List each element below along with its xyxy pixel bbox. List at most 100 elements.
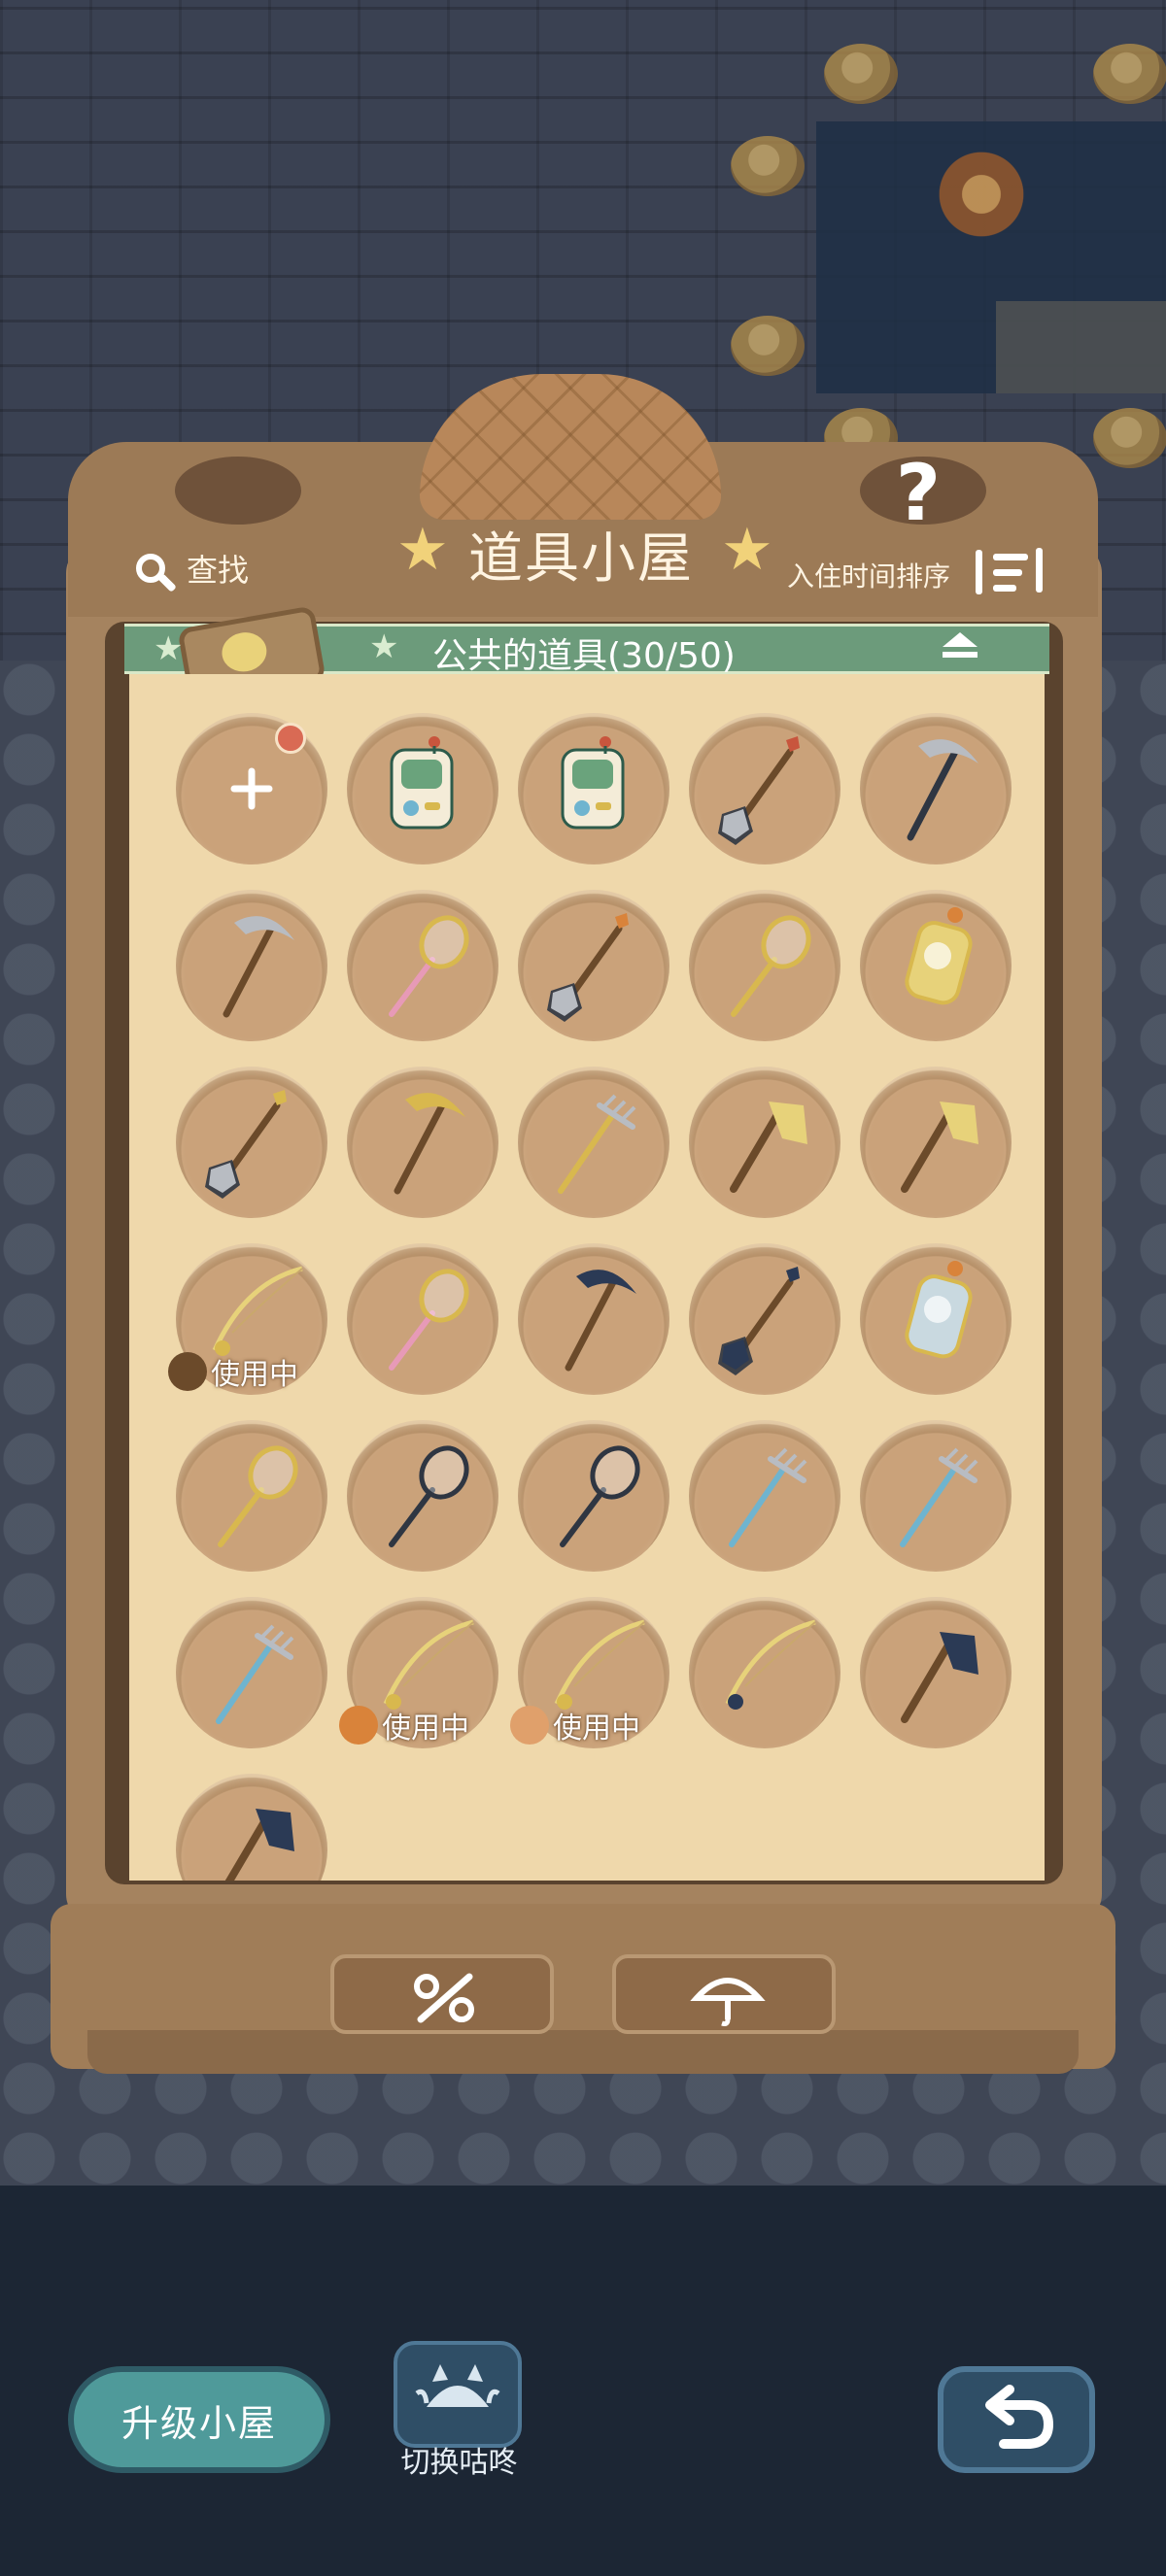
search-button[interactable]: 查找 <box>136 544 249 593</box>
upgrade-button[interactable]: 升级小屋 <box>68 2366 330 2473</box>
squirrel-avatar-icon <box>339 1706 378 1745</box>
in-use-badge: 使用中 <box>168 1350 298 1393</box>
eject-icon <box>943 632 977 647</box>
item-slot-axe-navy[interactable] <box>176 1774 327 1881</box>
in-use-badge: 使用中 <box>339 1704 469 1746</box>
item-slot-bug-net-pink[interactable] <box>347 890 498 1041</box>
help-button[interactable]: ? <box>884 452 952 534</box>
pickaxe-navy-icon <box>565 1270 636 1372</box>
background-coin <box>824 44 898 104</box>
shovel-red-icon <box>718 736 800 845</box>
page-title: 道具小屋 <box>468 527 694 591</box>
bug-net-pink-icon <box>389 1269 469 1371</box>
fox-avatar-icon <box>510 1706 549 1745</box>
star-icon: ★ <box>369 627 399 666</box>
rake-blue-icon <box>900 1447 978 1547</box>
umbrella-icon <box>690 1978 766 2026</box>
umbrella-button[interactable] <box>612 1954 836 2034</box>
notification-dot <box>275 723 306 754</box>
item-slot-bug-net-yellow[interactable] <box>689 890 840 1041</box>
cabinet-knob <box>175 457 301 525</box>
background-lantern <box>933 136 1030 253</box>
item-slot-rake-blue[interactable] <box>689 1420 840 1572</box>
item-slot-bug-net-black[interactable] <box>347 1420 498 1572</box>
item-slot-shovel-gold[interactable] <box>176 1067 327 1218</box>
item-slot-shovel-orange[interactable] <box>518 890 669 1041</box>
bug-net-pink-icon <box>389 915 469 1017</box>
item-slot-axe-gold[interactable] <box>689 1067 840 1218</box>
item-slot-timer-device[interactable] <box>347 713 498 864</box>
item-slot-fishing-rod[interactable]: 使用中 <box>168 1243 327 1395</box>
pickaxe-gold-icon <box>394 1093 465 1195</box>
switch-character-label: 切换咕咚 <box>400 2446 518 2480</box>
axe-navy-icon <box>901 1632 978 1723</box>
fishing-rod-blue-icon <box>725 1619 816 1710</box>
item-slot-bug-net-pink[interactable] <box>347 1243 498 1395</box>
item-slot-shovel-navy[interactable] <box>689 1243 840 1395</box>
shovel-gold-icon <box>205 1090 287 1199</box>
item-slot-fishing-rod-blue[interactable] <box>689 1597 840 1748</box>
rake-gold-icon <box>558 1094 636 1194</box>
item-slot-timer-device[interactable] <box>518 713 669 864</box>
pickaxe-dark-icon <box>907 739 978 841</box>
charm-green-icon <box>905 907 973 1005</box>
item-slot-rake-blue[interactable] <box>176 1597 327 1748</box>
shovel-orange-icon <box>547 913 629 1022</box>
discount-button[interactable] <box>330 1954 554 2034</box>
bug-net-black-icon <box>389 1445 469 1547</box>
bug-net-yellow-icon <box>218 1445 298 1547</box>
item-slot-pickaxe-dark[interactable] <box>860 713 1012 864</box>
charm-cute-icon <box>905 1261 973 1359</box>
item-slot-rake-blue[interactable] <box>860 1420 1012 1572</box>
switch-character-button[interactable]: 切换咕咚 <box>394 2341 525 2482</box>
background-window-light <box>996 301 1166 393</box>
item-slot-shovel-red[interactable] <box>689 713 840 864</box>
rake-blue-icon <box>216 1624 294 1724</box>
rake-blue-icon <box>729 1447 807 1547</box>
shovel-navy-icon <box>718 1267 800 1375</box>
search-label: 查找 <box>187 552 250 589</box>
item-slot-pickaxe-silver[interactable] <box>176 890 327 1041</box>
pickaxe-silver-icon <box>223 916 294 1018</box>
back-button[interactable] <box>938 2366 1095 2473</box>
item-slot-charm-green[interactable] <box>860 890 1012 1041</box>
background-coin <box>731 136 805 196</box>
star-icon: ★ <box>721 516 773 584</box>
item-slot-bug-net-black[interactable] <box>518 1420 669 1572</box>
background-coin <box>1093 408 1166 468</box>
add-item-slot[interactable] <box>176 713 327 864</box>
item-slot-bug-net-yellow[interactable] <box>176 1420 327 1572</box>
cabinet-foot <box>87 2030 1079 2074</box>
item-grid-panel: 使用中 使用中 使用中 <box>129 674 1045 1881</box>
collapse-button[interactable] <box>943 632 981 665</box>
axe-navy-icon <box>224 1809 294 1881</box>
discount-icon <box>414 1973 474 2023</box>
star-icon: ★ <box>396 516 449 584</box>
character-icon <box>394 2341 522 2448</box>
in-use-label: 使用中 <box>553 1712 640 1746</box>
sort-label[interactable]: 入住时间排序 <box>787 556 950 594</box>
item-slot-rake-gold[interactable] <box>518 1067 669 1218</box>
category-title: 公共的道具(30/50) <box>432 636 736 676</box>
item-slot-axe-navy[interactable] <box>860 1597 1012 1748</box>
item-slot-axe-gold[interactable] <box>860 1067 1012 1218</box>
item-slot-pickaxe-gold[interactable] <box>347 1067 498 1218</box>
background-coin <box>1093 44 1166 104</box>
axe-gold-icon <box>730 1102 807 1193</box>
search-icon <box>136 554 165 583</box>
item-slot-charm-cute[interactable] <box>860 1243 1012 1395</box>
in-use-label: 使用中 <box>211 1358 298 1392</box>
in-use-badge: 使用中 <box>510 1704 640 1746</box>
sort-icon[interactable] <box>972 544 1059 597</box>
deer-avatar-icon <box>168 1352 207 1391</box>
in-use-label: 使用中 <box>382 1712 469 1746</box>
bug-net-yellow-icon <box>731 915 811 1017</box>
star-icon: ★ <box>154 629 184 668</box>
item-slot-fishing-rod[interactable]: 使用中 <box>510 1597 669 1748</box>
axe-gold-icon <box>901 1102 978 1193</box>
background-coin <box>731 316 805 376</box>
timer-device-icon <box>561 736 625 830</box>
timer-device-icon <box>390 736 454 830</box>
item-slot-fishing-rod[interactable]: 使用中 <box>339 1597 498 1748</box>
item-slot-pickaxe-navy[interactable] <box>518 1243 669 1395</box>
